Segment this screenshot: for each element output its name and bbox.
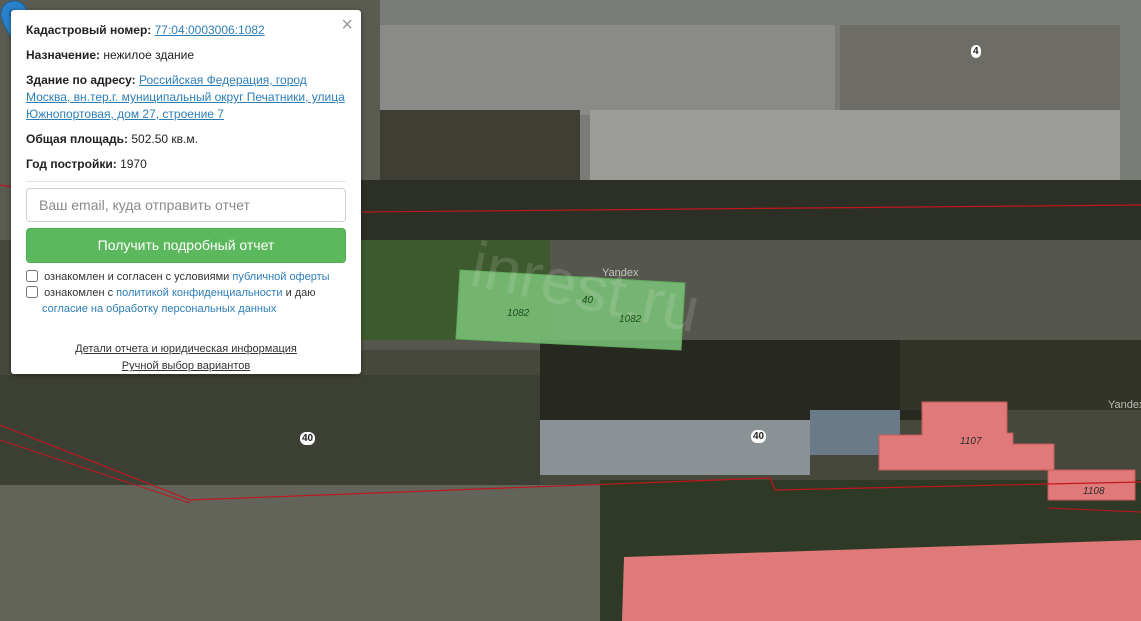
consent-privacy-checkbox[interactable] bbox=[26, 286, 38, 298]
consent-privacy-row: ознакомлен с политикой конфиденциальност… bbox=[26, 285, 346, 317]
consent-privacy-text: ознакомлен с bbox=[44, 287, 114, 299]
area-row: Общая площадь: 502.50 кв.м. bbox=[26, 131, 346, 148]
object-info-popup: × Кадастровый номер: 77:04:0003006:1082 … bbox=[11, 10, 361, 374]
footer-links: Детали отчета и юридическая информация Р… bbox=[26, 341, 346, 375]
year-label: Год постройки: bbox=[26, 157, 117, 171]
year-row: Год постройки: 1970 bbox=[26, 156, 346, 173]
cadastral-row: Кадастровый номер: 77:04:0003006:1082 bbox=[26, 22, 346, 39]
year-value: 1970 bbox=[120, 157, 147, 171]
badge-40-center: 40 bbox=[751, 430, 767, 443]
plot-label-1107: 1107 bbox=[960, 436, 982, 447]
divider bbox=[26, 181, 346, 182]
purpose-label: Назначение: bbox=[26, 48, 101, 62]
consent-offer-text: ознакомлен и согласен с условиями bbox=[44, 271, 230, 283]
email-input[interactable] bbox=[26, 188, 346, 222]
close-icon[interactable]: × bbox=[341, 14, 353, 36]
address-row: Здание по адресу: Российская Федерация, … bbox=[26, 72, 346, 123]
plot-label-1082-b: 1082 bbox=[619, 314, 642, 325]
yandex-watermark-right: Yandex bbox=[1108, 399, 1141, 411]
area-value: 502.50 кв.м. bbox=[131, 132, 198, 146]
manual-selection-link[interactable]: Ручной выбор вариантов bbox=[122, 360, 250, 372]
purpose-value: нежилое здание bbox=[103, 48, 194, 62]
purpose-row: Назначение: нежилое здание bbox=[26, 47, 346, 64]
plot-label-1082-a: 1082 bbox=[507, 308, 530, 319]
cadastral-number-link[interactable]: 77:04:0003006:1082 bbox=[155, 23, 265, 37]
get-report-button[interactable]: Получить подробный отчет bbox=[26, 228, 346, 263]
address-label: Здание по адресу: bbox=[26, 73, 136, 87]
consent-offer-row: ознакомлен и согласен с условиями публич… bbox=[26, 269, 346, 285]
consent-and-text: и даю bbox=[285, 287, 316, 299]
public-offer-link[interactable]: публичной оферты bbox=[232, 271, 329, 283]
consent-offer-checkbox[interactable] bbox=[26, 270, 38, 282]
cadastral-label: Кадастровый номер: bbox=[26, 23, 152, 37]
privacy-policy-link[interactable]: политикой конфиденциальности bbox=[116, 287, 282, 299]
plot-label-40-selected: 40 bbox=[582, 295, 594, 306]
consent-data-line: согласие на обработку персональных данны… bbox=[26, 301, 346, 317]
badge-40-left: 40 bbox=[300, 432, 316, 445]
plot-label-1108: 1108 bbox=[1083, 486, 1105, 497]
badge-4-top: 4 bbox=[971, 45, 981, 58]
yandex-watermark-center: Yandex bbox=[602, 267, 639, 279]
data-processing-link[interactable]: согласие на обработку персональных данны… bbox=[42, 303, 276, 315]
area-label: Общая площадь: bbox=[26, 132, 129, 146]
report-details-link[interactable]: Детали отчета и юридическая информация bbox=[75, 343, 297, 355]
